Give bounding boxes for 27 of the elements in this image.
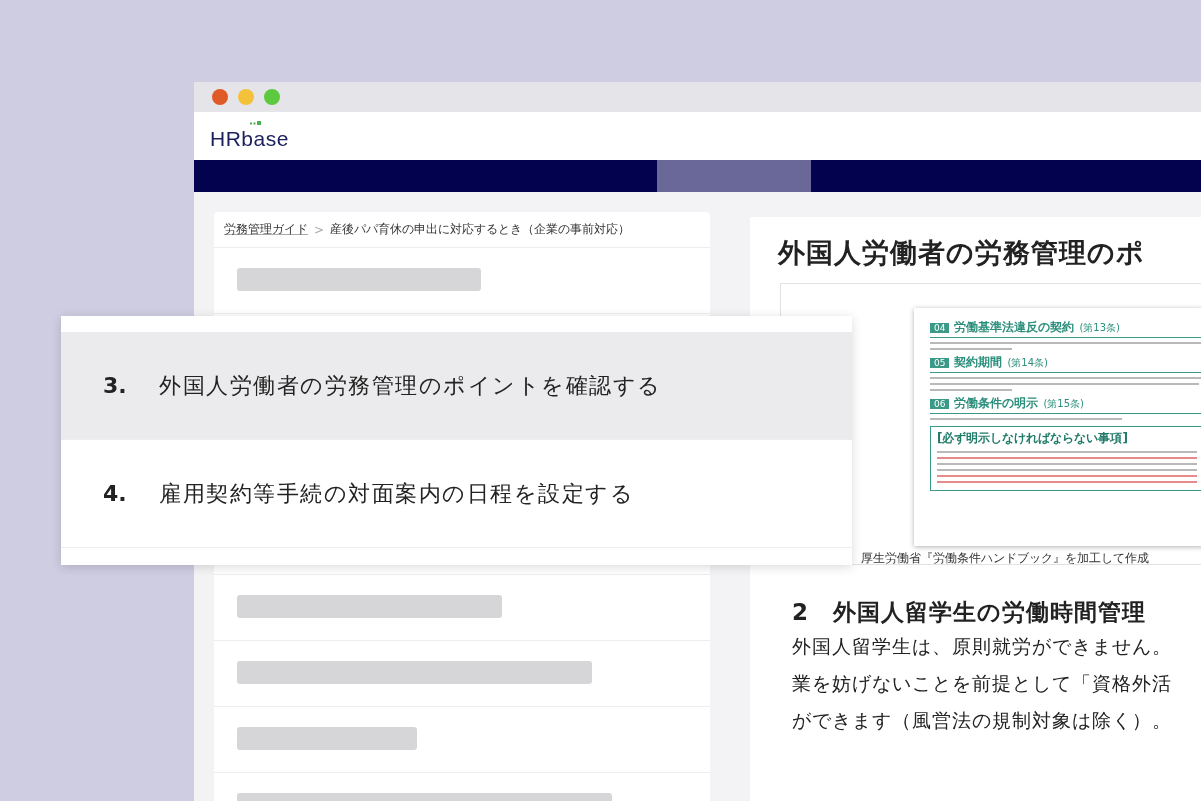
article-number: (第13条) [1079, 321, 1120, 335]
close-dot-icon[interactable] [212, 89, 228, 105]
section-title: 労働条件の明示 [954, 395, 1039, 412]
article-number: (第15条) [1043, 397, 1084, 411]
breadcrumb-separator: > [314, 222, 325, 237]
body-text: ができます（風営法の規制対象は除く）。 [792, 708, 1173, 733]
section-heading: 2 外国人留学生の労働時間管理 [792, 598, 1147, 627]
section-number: 05 [930, 358, 950, 368]
section-number: 06 [930, 399, 950, 409]
breadcrumb-current: 産後パパ育休の申出に対応するとき（企業の事前対応） [330, 221, 631, 238]
minimize-dot-icon[interactable] [238, 89, 254, 105]
logo[interactable]: HRbase [210, 121, 289, 151]
dots-icon [250, 121, 262, 126]
notice-title: [必ず明示しなければならない事項] [937, 430, 1129, 447]
section-number: 04 [930, 323, 950, 333]
step-item[interactable]: 3. 外国人労働者の労務管理のポイントを確認する [61, 332, 852, 440]
section-title: 契約期間 [954, 354, 1003, 371]
breadcrumb-link[interactable]: 労務管理ガイド [224, 221, 308, 238]
body-text: 外国人留学生は、原則就労ができません。 [792, 634, 1173, 659]
nav-highlight[interactable] [657, 160, 811, 192]
source-caption: 厚生労働省『労働条件ハンドブック』を加工して作成 [861, 550, 1149, 567]
article-title: 外国人労働者の労務管理のポ [778, 236, 1146, 270]
maximize-dot-icon[interactable] [264, 89, 280, 105]
article-number: (第14条) [1007, 356, 1048, 370]
step-item[interactable]: 4. 雇用契約等手続の対面案内の日程を設定する [61, 440, 852, 548]
section-title: 労働基準法違反の契約 [954, 319, 1075, 336]
body-text: 業を妨げないことを前提として「資格外活 [792, 671, 1173, 696]
